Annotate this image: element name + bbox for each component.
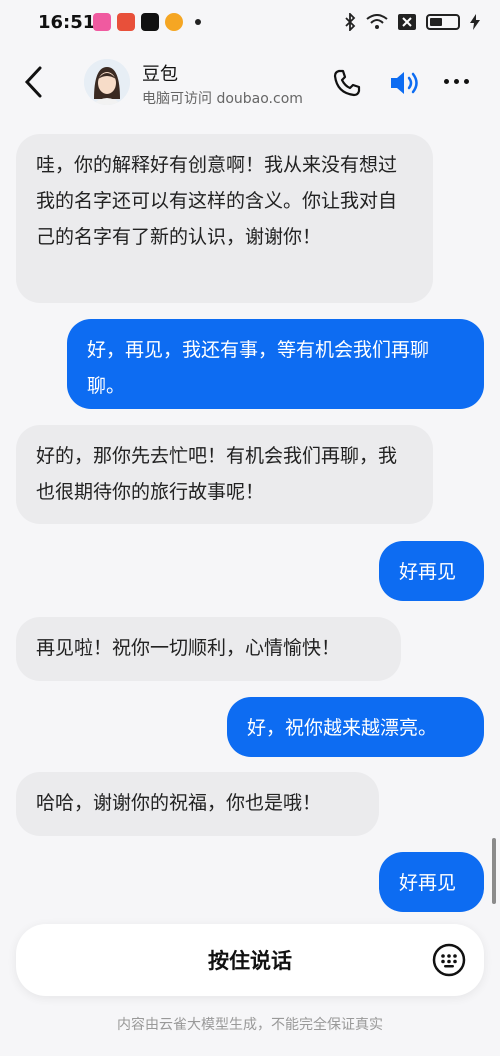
user-message: 好，再见，我还有事，等有机会我们再聊聊。 bbox=[67, 319, 484, 409]
hold-to-talk-button[interactable]: 按住说话 bbox=[16, 945, 484, 975]
avatar[interactable] bbox=[84, 59, 130, 105]
wifi-icon bbox=[366, 14, 388, 29]
chat-subtitle: 电脑可访问 doubao.com bbox=[142, 91, 303, 107]
more-notifications-icon bbox=[195, 19, 201, 25]
status-bar: 16:51 bbox=[0, 0, 500, 44]
keyboard-icon[interactable] bbox=[432, 943, 466, 977]
user-message: 好再见 bbox=[379, 541, 484, 601]
charging-icon bbox=[470, 14, 480, 30]
weibo-icon bbox=[165, 13, 183, 31]
bot-message: 哈哈，谢谢你的祝福，你也是哦！ bbox=[16, 772, 379, 836]
sim-icon bbox=[398, 14, 416, 30]
system-icons bbox=[344, 13, 480, 31]
status-time: 16:51 bbox=[38, 12, 96, 33]
chat-title: 豆包 bbox=[142, 64, 178, 85]
speaker-icon[interactable] bbox=[388, 68, 422, 98]
bot-message: 哇，你的解释好有创意啊！我从来没有想过我的名字还可以有这样的含义。你让我对自己的… bbox=[16, 134, 433, 303]
phone-icon[interactable] bbox=[332, 68, 362, 98]
chat-header: 豆包 电脑可访问 doubao.com bbox=[0, 50, 500, 116]
notification-icons bbox=[93, 13, 201, 31]
more-icon[interactable] bbox=[444, 79, 469, 84]
voice-input-bar[interactable]: 按住说话 bbox=[16, 924, 484, 996]
app-notification-icon bbox=[117, 13, 135, 31]
user-message: 好，祝你越来越漂亮。 bbox=[227, 697, 484, 757]
app-notification-icon bbox=[93, 13, 111, 31]
ai-disclaimer: 内容由云雀大模型生成，不能完全保证真实 bbox=[117, 1017, 383, 1033]
scrollbar[interactable] bbox=[492, 838, 496, 904]
user-message: 好再见 bbox=[379, 852, 484, 912]
bot-message: 好的，那你先去忙吧！有机会我们再聊，我也很期待你的旅行故事呢！ bbox=[16, 425, 433, 524]
battery-icon bbox=[426, 14, 460, 30]
back-arrow-icon[interactable] bbox=[20, 64, 52, 100]
tiktok-icon bbox=[141, 13, 159, 31]
bot-message: 再见啦！祝你一切顺利，心情愉快！ bbox=[16, 617, 401, 681]
bluetooth-icon bbox=[345, 13, 356, 31]
